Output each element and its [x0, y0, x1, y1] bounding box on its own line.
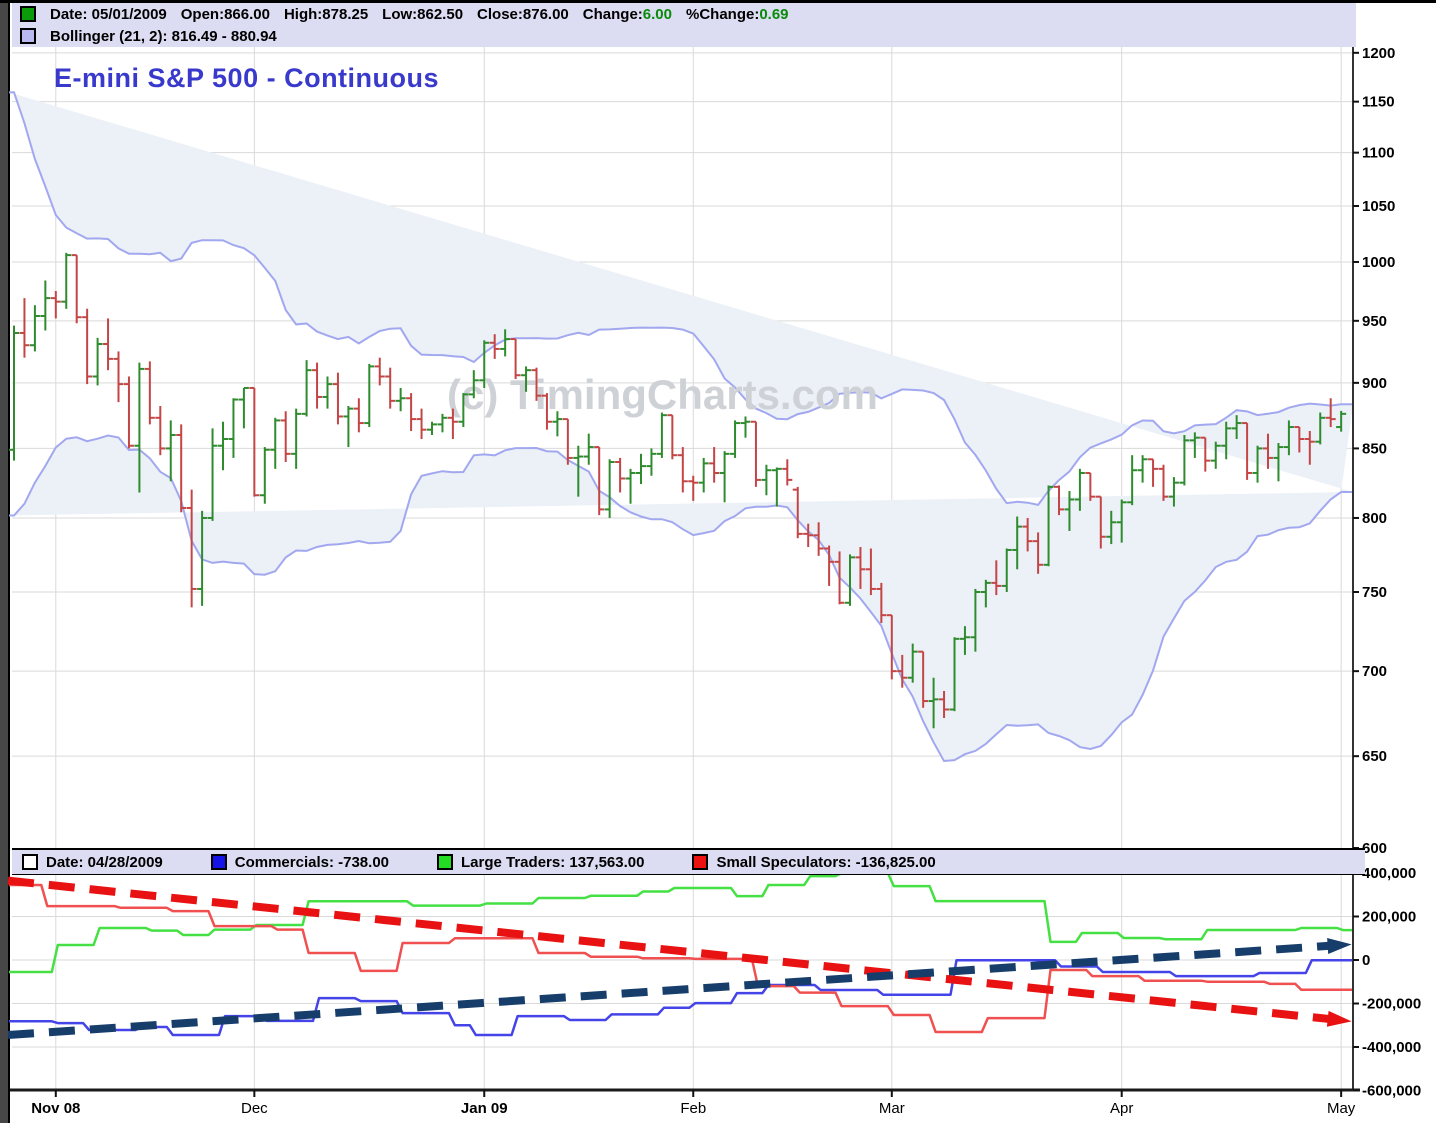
- cot-small-speculators-item: Small Speculators: -136,825.00: [692, 853, 936, 871]
- pct-change-value: 0.69: [759, 5, 789, 23]
- month-label: Nov 08: [31, 1100, 80, 1117]
- price-tick-label: 900: [1362, 375, 1387, 392]
- commercials-value: Commercials: -738.00: [234, 853, 389, 871]
- price-tick-label: 600: [1362, 840, 1387, 857]
- cot-tick-label: 400,000: [1362, 865, 1416, 882]
- red-trend-arrow-head: [1326, 1010, 1352, 1027]
- month-label: Apr: [1110, 1100, 1133, 1117]
- small-speculators-line: [9, 883, 1352, 1034]
- legend-open: Open:866.00: [180, 5, 270, 23]
- change-value: 6.00: [642, 5, 672, 23]
- legend-change: Change:6.00: [582, 5, 672, 23]
- red-trend-arrow: [7, 876, 1335, 1024]
- price-tick-label: 850: [1362, 440, 1387, 457]
- price-tick-label: 1100: [1362, 145, 1395, 162]
- price-tick-label: 700: [1362, 663, 1387, 680]
- price-tick-label: 1000: [1362, 254, 1395, 271]
- month-label: Mar: [879, 1100, 905, 1117]
- price-legend-row: Date: 05/01/2009 Open:866.00 High:878.25…: [12, 3, 1356, 25]
- bollinger-legend: Bollinger (21, 2): 816.49 - 880.94: [50, 27, 277, 45]
- legend-close: Close:876.00: [477, 5, 569, 23]
- legend-date: Date: 05/01/2009: [50, 5, 167, 23]
- commercials-swatch-icon: [210, 854, 227, 870]
- navy-trend-arrow-head: [1327, 937, 1352, 954]
- watermark: (c) TimingCharts.com: [447, 371, 878, 418]
- cot-commercials-item: Commercials: -738.00: [210, 853, 389, 871]
- small-speculators-swatch-icon: [692, 854, 709, 870]
- price-tick-label: 1150: [1362, 94, 1395, 111]
- cot-tick-label: -200,000: [1362, 995, 1421, 1012]
- bollinger-swatch-icon: [20, 28, 36, 44]
- price-tick-label: 1050: [1362, 198, 1395, 215]
- month-label: Dec: [241, 1100, 268, 1117]
- bollinger-legend-row: Bollinger (21, 2): 816.49 - 880.94: [12, 25, 1356, 47]
- legend-pct-change: %Change:0.69: [685, 5, 789, 23]
- cot-date-swatch-icon: [22, 854, 38, 870]
- month-label: Feb: [680, 1100, 706, 1117]
- month-label: May: [1327, 1100, 1356, 1117]
- price-tick-label: 800: [1362, 510, 1387, 527]
- large-traders-value: Large Traders: 137,563.00: [461, 853, 645, 871]
- price-tick-label: 950: [1362, 313, 1387, 330]
- cot-tick-label: -600,000: [1362, 1082, 1421, 1099]
- price-tick-label: 750: [1362, 584, 1387, 601]
- legend-high: High:878.25: [283, 5, 369, 23]
- price-tick-label: 1200: [1362, 45, 1395, 62]
- chart-window: (c) TimingCharts.com 1200 1150 1100 1050 1000…: [0, 0, 1436, 1123]
- price-legend-bar: Date: 05/01/2009 Open:866.00 High:878.25…: [12, 3, 1356, 47]
- small-speculators-value: Small Speculators: -136,825.00: [716, 853, 936, 871]
- month-label: Jan 09: [461, 1100, 508, 1117]
- cot-legend-bar: Date: 04/28/2009 Commercials: -738.00 La…: [12, 848, 1365, 875]
- cot-date: Date: 04/28/2009: [46, 853, 163, 871]
- cot-tick-label: 200,000: [1362, 909, 1416, 926]
- cot-tick-label: -400,000: [1362, 1039, 1421, 1056]
- page-title: E-mini S&P 500 - Continuous: [54, 63, 440, 93]
- cot-date-item: Date: 04/28/2009: [22, 854, 163, 871]
- bollinger-band-fill: [9, 92, 1353, 762]
- large-traders-swatch-icon: [437, 854, 453, 870]
- price-tick-label: 650: [1362, 748, 1387, 765]
- cot-tick-label: 0: [1362, 952, 1370, 969]
- price-series-swatch-icon: [20, 6, 36, 22]
- cot-large-traders-item: Large Traders: 137,563.00: [437, 854, 644, 871]
- legend-low: Low:862.50: [382, 5, 464, 23]
- chart-canvas: (c) TimingCharts.com 1200 1150 1100 1050 1000…: [7, 45, 1421, 1117]
